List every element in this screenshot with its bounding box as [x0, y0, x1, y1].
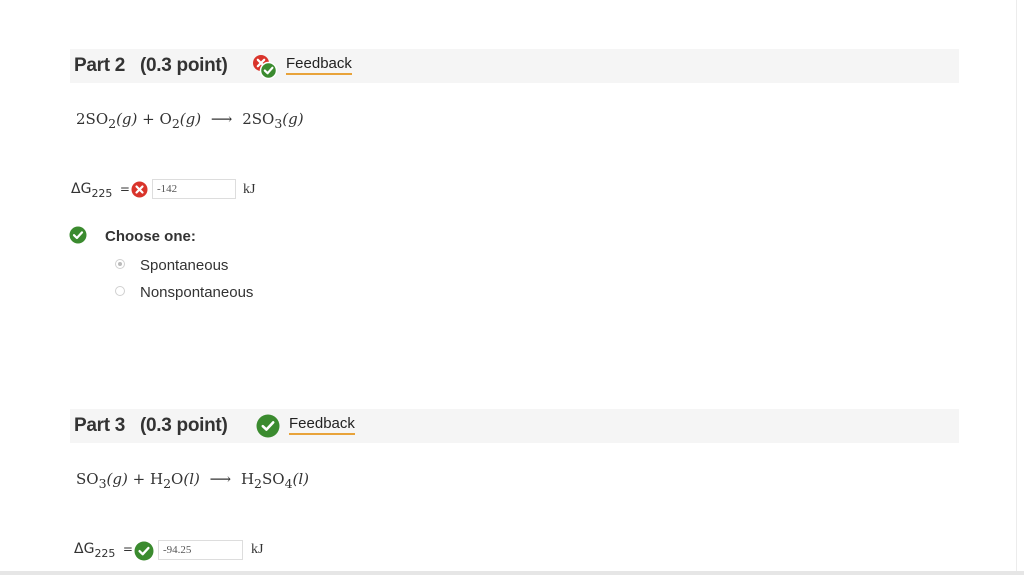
- reactant-so3-sub: 3: [98, 476, 107, 491]
- reactant-o2-sub: 2: [171, 116, 180, 131]
- part-3-title: Part 3: [74, 415, 126, 436]
- product-so3: 2SO: [242, 110, 275, 128]
- correct-icon: [134, 541, 154, 566]
- reactant-o2-state: (g): [179, 110, 202, 128]
- part-3-reaction: SO3(g) + H2O(l) ⟶ H2SO4(l): [76, 470, 309, 491]
- reactant-so2: 2SO: [76, 110, 109, 128]
- incorrect-icon: [131, 181, 148, 203]
- partial-status-icon: [252, 54, 278, 85]
- plus-sign: +: [132, 470, 146, 488]
- part-3-header: Part 3 (0.3 point) Feedback: [70, 409, 959, 443]
- reactant-so2-state: (g): [116, 110, 138, 128]
- bottom-divider: [0, 571, 1024, 575]
- product-h2so4-sub: 2: [254, 476, 262, 491]
- choose-one-label: Choose one:: [105, 228, 196, 245]
- radio-spontaneous[interactable]: [115, 259, 125, 269]
- product-h2so4: H: [240, 470, 255, 488]
- dg-subscript: 225: [91, 186, 113, 200]
- part-3-answer-input[interactable]: -94.25: [158, 540, 243, 560]
- part-2-reaction: 2SO2(g) + O2(g) ⟶ 2SO3(g): [76, 110, 304, 131]
- part-2-dg-label: ΔG225 =: [71, 181, 130, 200]
- product-so3-state: (g): [282, 110, 304, 128]
- part-2-title: Part 2: [74, 55, 126, 76]
- option-nonspontaneous-label[interactable]: Nonspontaneous: [140, 284, 253, 301]
- reactant-h2o-sub: 2: [163, 476, 172, 491]
- content-right-border: [1016, 0, 1017, 571]
- part-2-answer-input[interactable]: -142: [152, 179, 236, 199]
- dg-symbol: ΔG: [74, 541, 95, 557]
- part-2-header: Part 2 (0.3 point) Feedback: [70, 49, 959, 83]
- reaction-arrow: ⟶: [210, 110, 233, 128]
- reactant-h2o-state: (l): [183, 470, 200, 488]
- reactant-o2: O: [159, 110, 172, 128]
- part-2-unit: kJ: [243, 182, 256, 197]
- plus-sign: +: [142, 110, 155, 128]
- product-h2so4-sub2: 4: [284, 476, 293, 491]
- reactant-so2-sub: 2: [108, 116, 117, 131]
- part-3-dg-label: ΔG225 =: [74, 541, 133, 560]
- reaction-arrow: ⟶: [209, 470, 232, 488]
- part-3-unit: kJ: [251, 542, 264, 557]
- part-3-points: (0.3 point): [140, 415, 228, 436]
- reactant-h2o-tail: O: [171, 470, 184, 488]
- reactant-h2o: H: [149, 470, 164, 488]
- dg-symbol: ΔG: [71, 181, 92, 197]
- product-h2so4-mid: SO: [261, 470, 285, 488]
- part-2-points: (0.3 point): [140, 55, 228, 76]
- dg-equals: =: [119, 182, 130, 196]
- dg-subscript: 225: [94, 546, 116, 560]
- part-2-feedback-link[interactable]: Feedback: [286, 55, 352, 75]
- reactant-so3: SO: [76, 470, 99, 488]
- part-3-feedback-link[interactable]: Feedback: [289, 415, 355, 435]
- correct-status-icon: [256, 414, 280, 443]
- reactant-so3-state: (g): [106, 470, 128, 488]
- option-spontaneous-label[interactable]: Spontaneous: [140, 257, 228, 274]
- correct-icon: [69, 226, 87, 249]
- product-h2so4-state: (l): [292, 470, 310, 488]
- dg-equals: =: [122, 542, 133, 556]
- radio-nonspontaneous[interactable]: [115, 286, 125, 296]
